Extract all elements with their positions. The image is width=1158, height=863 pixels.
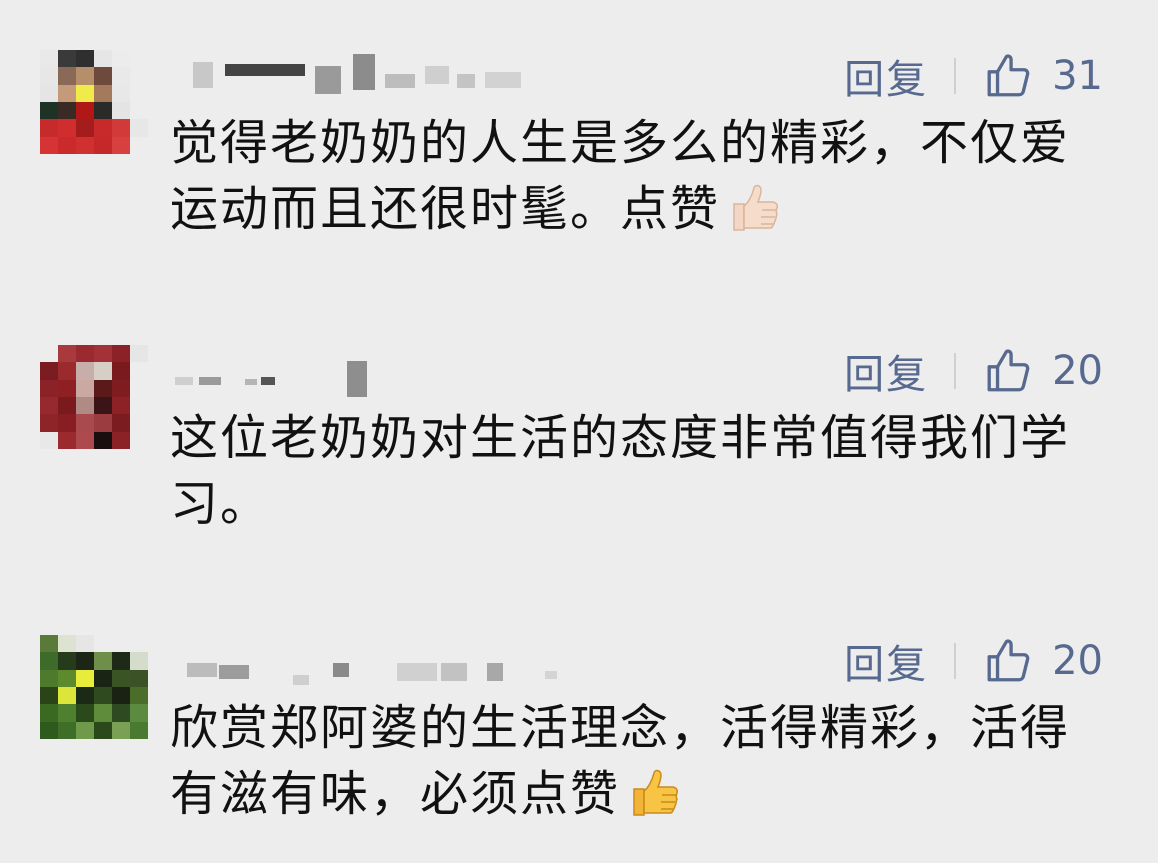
reply-button[interactable]: 回复 bbox=[844, 632, 928, 690]
avatar[interactable] bbox=[40, 635, 148, 739]
comment-text-body: 觉得老奶奶的人生是多么的精彩，不仅爱运动而且还很时髦。点赞 bbox=[170, 115, 1071, 237]
username-blurred[interactable] bbox=[175, 52, 655, 98]
reply-button[interactable]: 回复 bbox=[844, 47, 928, 105]
like-count: 31 bbox=[1052, 53, 1103, 99]
reply-button[interactable]: 回复 bbox=[844, 342, 928, 400]
like-count: 20 bbox=[1052, 348, 1103, 394]
like-count: 20 bbox=[1052, 638, 1103, 684]
username-blurred[interactable] bbox=[175, 347, 655, 397]
avatar[interactable] bbox=[40, 50, 148, 154]
thumbs-up-yellow-icon bbox=[633, 769, 679, 816]
comment-actions: 回复 20 bbox=[844, 343, 1103, 399]
divider bbox=[954, 643, 957, 679]
divider bbox=[954, 58, 957, 94]
like-button[interactable]: 31 bbox=[984, 51, 1103, 101]
comment-actions: 回复 20 bbox=[844, 633, 1103, 689]
comment-list: 回复 31 觉得老奶奶的人生是多么的精彩，不仅爱运动而且还很时髦。点赞 回复 2… bbox=[0, 0, 1158, 863]
like-button[interactable]: 20 bbox=[984, 636, 1103, 686]
comment-text-body: 这位老奶奶对生活的态度非常值得我们学习。 bbox=[170, 410, 1071, 532]
comment-text: 欣赏郑阿婆的生活理念，活得精彩，活得有滋有味，必须点赞 bbox=[170, 695, 1100, 827]
comment-text: 觉得老奶奶的人生是多么的精彩，不仅爱运动而且还很时髦。点赞 bbox=[170, 110, 1100, 242]
thumbs-up-icon bbox=[987, 349, 1030, 392]
comment-actions: 回复 31 bbox=[844, 48, 1103, 104]
thumbs-up-icon bbox=[987, 54, 1030, 97]
thumbs-up-light-skin-icon bbox=[733, 184, 779, 231]
thumbs-up-icon bbox=[987, 639, 1030, 682]
like-button[interactable]: 20 bbox=[984, 346, 1103, 396]
divider bbox=[954, 353, 957, 389]
comment-text: 这位老奶奶对生活的态度非常值得我们学习。 bbox=[170, 405, 1100, 537]
username-blurred[interactable] bbox=[175, 637, 655, 685]
avatar[interactable] bbox=[40, 345, 148, 449]
comment-text-body: 欣赏郑阿婆的生活理念，活得精彩，活得有滋有味，必须点赞 bbox=[170, 700, 1071, 822]
